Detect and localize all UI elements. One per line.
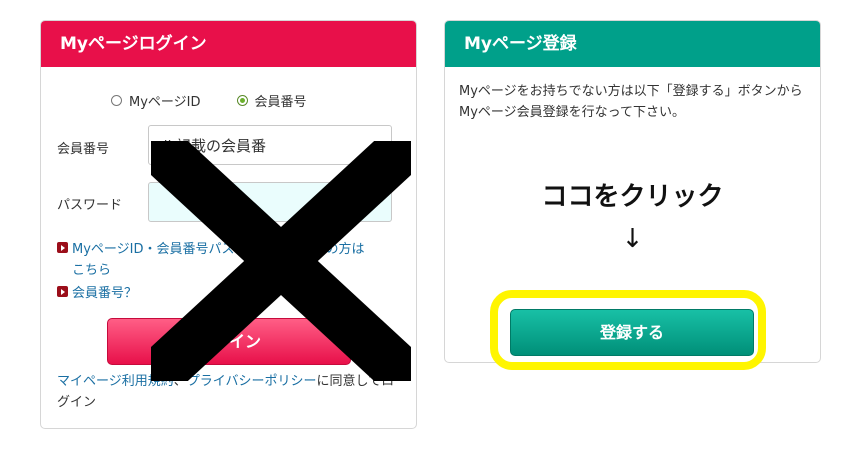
forgot-credentials-text-2: こちら bbox=[72, 263, 112, 278]
agreement-text: マイページ利用規約、プライバシーポリシーに同意してログイン bbox=[57, 371, 402, 413]
radio-mypage-id-circle[interactable] bbox=[111, 95, 122, 106]
login-button[interactable]: ログイン bbox=[107, 318, 351, 365]
privacy-policy-link[interactable]: プライバシーポリシー bbox=[187, 374, 317, 389]
register-button[interactable]: 登録する bbox=[510, 309, 754, 356]
password-input[interactable] bbox=[148, 182, 392, 222]
radio-mypage-id[interactable]: MyページID bbox=[111, 91, 201, 110]
register-panel: Myページ登録 Myページをお持ちでない方は以下「登録する」ボタンからMyページ… bbox=[444, 20, 821, 363]
radio-member-number-circle[interactable] bbox=[236, 95, 248, 106]
member-number-label: 会員番号 bbox=[57, 142, 110, 157]
password-label: パスワード bbox=[57, 198, 123, 213]
arrow-down-icon: ↓ bbox=[621, 224, 644, 254]
member-number-help-link[interactable]: 会員番号？ bbox=[57, 283, 402, 304]
forgot-credentials-text: MyページID・会員番号パスワードをお忘れの方は bbox=[72, 242, 365, 257]
login-panel-title: Myページログイン bbox=[41, 21, 416, 67]
login-type-radio-group: MyページID 会員番号 bbox=[111, 91, 307, 110]
play-icon bbox=[57, 242, 68, 253]
click-here-annotation: ココをクリック bbox=[541, 182, 724, 212]
radio-mypage-id-label: MyページID bbox=[129, 95, 201, 110]
play-icon bbox=[57, 286, 68, 297]
forgot-credentials-link[interactable]: MyページID・会員番号パスワードをお忘れの方は こちら bbox=[57, 239, 402, 281]
register-description: Myページをお持ちでない方は以下「登録する」ボタンからMyページ会員登録を行なっ… bbox=[459, 84, 803, 120]
terms-separator: 、 bbox=[173, 374, 187, 389]
radio-member-number[interactable]: 会員番号 bbox=[236, 91, 307, 110]
member-number-help-text: 会員番号？ bbox=[72, 286, 138, 301]
register-panel-title: Myページ登録 bbox=[445, 21, 820, 67]
terms-link[interactable]: マイページ利用規約 bbox=[57, 374, 174, 389]
login-panel: Myページログイン MyページID 会員番号 会員番号 パスワード MyページI… bbox=[40, 20, 417, 429]
member-number-input[interactable] bbox=[148, 125, 392, 165]
radio-member-number-label: 会員番号 bbox=[254, 95, 307, 110]
